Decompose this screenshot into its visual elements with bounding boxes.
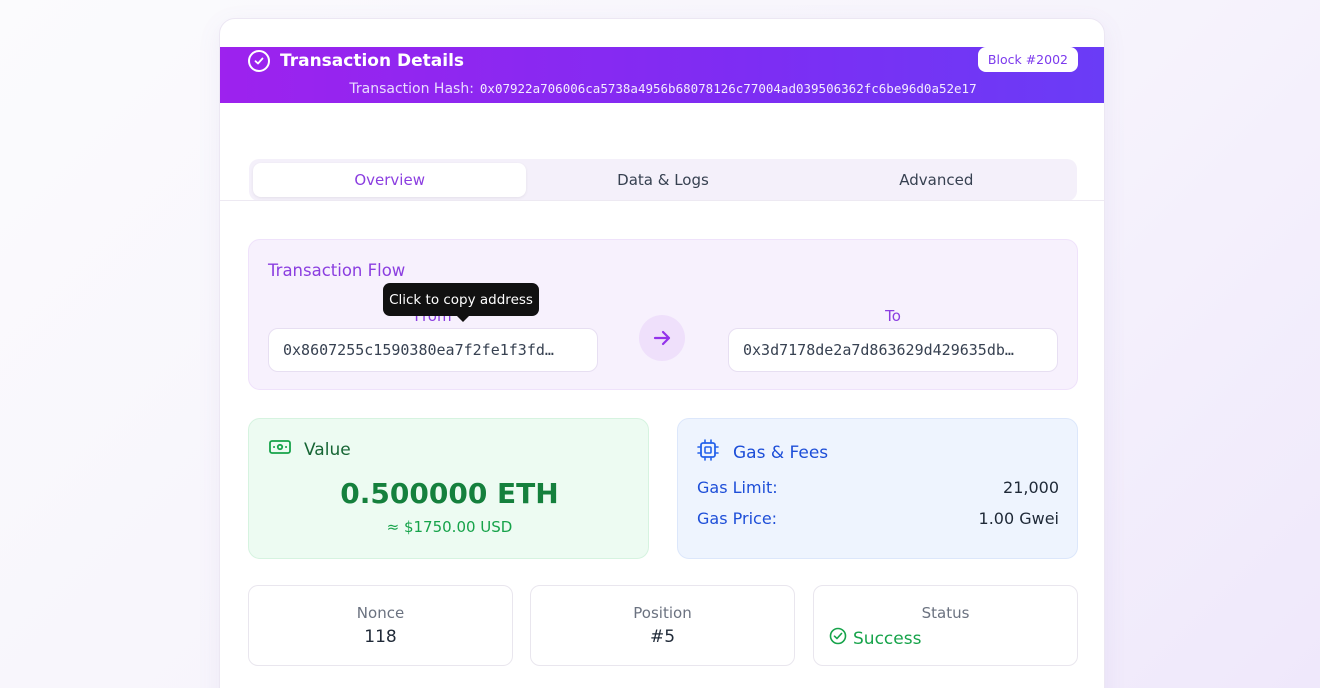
gas-fees-card: Gas & Fees Gas Limit: 21,000 Gas Price: … [677,418,1078,559]
gas-header: Gas & Fees [697,439,828,466]
value-header: Value [268,439,351,460]
value-title: Value [304,439,351,460]
from-address-field[interactable]: 0x8607255c1590380ea7f2fe1f3fd… [268,328,598,372]
hash-label: Transaction Hash: [349,81,474,97]
gas-limit-value: 21,000 [1003,478,1059,497]
transaction-flow-panel: Transaction Flow From 0x8607255c1590380e… [248,239,1078,390]
tab-data-logs[interactable]: Data & Logs [526,163,799,197]
copy-tooltip: Click to copy address [383,283,539,322]
status-badge: Success [829,627,921,650]
page-title: Transaction Details [280,51,465,71]
header-title-row: Transaction Details [248,49,464,73]
gas-title: Gas & Fees [733,442,829,463]
value-usd: ≈ $1750.00 USD [386,518,513,536]
to-label: To [885,307,901,325]
value-card: Value 0.500000 ETH ≈ $1750.00 USD [248,418,649,559]
value-amount: 0.500000 ETH [340,477,559,510]
position-label: Position [633,604,692,622]
nonce-card: Nonce 118 [248,585,513,666]
nonce-value: 118 [364,627,397,647]
position-value: #5 [649,627,676,647]
hash-value[interactable]: 0x07922a706006ca5738a4956b68078126c77004… [480,81,977,96]
status-card: Status Success [813,585,1078,666]
nonce-label: Nonce [356,604,405,622]
gas-price-value: 1.00 Gwei [978,509,1059,528]
gas-limit-row: Gas Limit: 21,000 [697,478,1059,497]
status-label: Status [921,604,970,622]
check-circle-icon [829,627,847,650]
transaction-header: Transaction Details Block #2002 Transact… [220,47,1104,103]
gas-price-row: Gas Price: 1.00 Gwei [697,509,1059,528]
to-address-field[interactable]: 0x3d7178de2a7d863629d429635db… [728,328,1058,372]
check-circle-icon [248,50,270,72]
tab-advanced[interactable]: Advanced [800,163,1073,197]
tab-bar: Overview Data & Logs Advanced [249,159,1077,201]
cpu-icon [697,439,719,466]
transaction-hash-row: Transaction Hash: 0x07922a706006ca5738a49… [220,81,1104,97]
transaction-details-card: Transaction Details Block #2002 Transact… [219,18,1105,688]
status-value: Success [853,628,922,649]
flow-title: Transaction Flow [268,261,406,280]
tab-divider [220,200,1104,201]
banknote-icon [268,439,292,460]
position-card: Position #5 [530,585,795,666]
arrow-right-icon [639,315,685,361]
gas-limit-label: Gas Limit: [697,478,778,497]
tab-overview[interactable]: Overview [253,163,527,197]
gas-price-label: Gas Price: [697,509,778,528]
block-badge[interactable]: Block #2002 [977,47,1078,72]
